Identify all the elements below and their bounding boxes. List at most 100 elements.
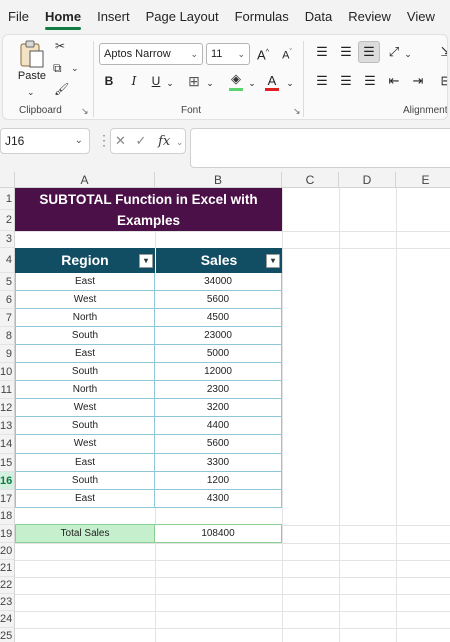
row-header[interactable]: 1: [0, 188, 15, 210]
row-header[interactable]: 17: [0, 490, 15, 508]
region-cell[interactable]: North: [15, 309, 155, 327]
tab-view[interactable]: View: [399, 0, 443, 34]
row-header[interactable]: 3: [0, 231, 15, 248]
row-header[interactable]: 5: [0, 273, 15, 291]
font-size-select[interactable]: 11 ⌄: [206, 43, 250, 65]
paste-dropdown-icon[interactable]: ⌄: [27, 87, 35, 98]
wrap-text-icon[interactable]: ⇲: [439, 42, 447, 62]
region-cell[interactable]: West: [15, 291, 155, 309]
region-cell[interactable]: South: [15, 327, 155, 345]
row-header[interactable]: 13: [0, 417, 15, 435]
row-header[interactable]: 4: [0, 248, 15, 273]
copy-dropdown-icon[interactable]: ⌄: [71, 63, 79, 74]
orientation-dropdown-icon[interactable]: ⌄: [403, 44, 413, 64]
region-cell[interactable]: North: [15, 381, 155, 399]
region-cell[interactable]: South: [15, 417, 155, 435]
more-options-icon[interactable]: ⋮: [97, 132, 111, 149]
align-right-icon[interactable]: ☰: [361, 71, 379, 91]
row-header-selected[interactable]: 16: [0, 472, 15, 490]
sales-cell[interactable]: 5600: [155, 435, 282, 454]
orientation-icon[interactable]: ⤢: [385, 42, 403, 62]
align-top-icon[interactable]: ☰: [313, 42, 331, 62]
enter-icon[interactable]: ✓: [136, 133, 147, 148]
decrease-indent-icon[interactable]: ⇤: [385, 71, 403, 91]
sales-cell[interactable]: 23000: [155, 327, 282, 345]
row-header[interactable]: 14: [0, 435, 15, 454]
row-header[interactable]: 25: [0, 628, 15, 642]
region-cell[interactable]: East: [15, 273, 155, 291]
sheet-title-cell[interactable]: SUBTOTAL Function in Excel with Examples: [15, 188, 282, 231]
row-header[interactable]: 18: [0, 508, 15, 525]
cut-icon[interactable]: ✂: [55, 39, 65, 53]
sales-cell[interactable]: 3300: [155, 454, 282, 472]
cancel-icon[interactable]: ✕: [115, 133, 126, 148]
tab-automate[interactable]: A: [443, 0, 450, 34]
tab-data[interactable]: Data: [297, 0, 340, 34]
row-header[interactable]: 2: [0, 210, 15, 231]
region-cell[interactable]: East: [15, 454, 155, 472]
row-header[interactable]: 20: [0, 543, 15, 560]
column-header-c[interactable]: C: [282, 172, 339, 188]
row-header[interactable]: 22: [0, 577, 15, 594]
sales-cell[interactable]: 2300: [155, 381, 282, 399]
row-header[interactable]: 12: [0, 399, 15, 417]
insert-function-icon[interactable]: fx: [158, 134, 170, 149]
tab-home[interactable]: Home: [37, 0, 89, 34]
sales-cell[interactable]: 4300: [155, 490, 282, 508]
fill-color-icon[interactable]: ◈: [227, 69, 245, 89]
column-header-d[interactable]: D: [339, 172, 396, 188]
tab-insert[interactable]: Insert: [89, 0, 138, 34]
align-middle-icon[interactable]: ☰: [337, 42, 355, 62]
borders-icon[interactable]: ⊞: [185, 71, 203, 91]
chevron-down-icon[interactable]: ⌄: [176, 137, 184, 147]
sales-cell[interactable]: 4400: [155, 417, 282, 435]
total-sales-label[interactable]: Total Sales: [15, 524, 155, 543]
row-header[interactable]: 15: [0, 454, 15, 472]
sales-cell[interactable]: 5600: [155, 291, 282, 309]
fill-color-dropdown-icon[interactable]: ⌄: [247, 73, 257, 93]
header-cell-region[interactable]: Region ▾: [15, 248, 155, 273]
name-box[interactable]: J16 ⌄: [0, 128, 90, 154]
sales-cell[interactable]: 5000: [155, 345, 282, 363]
borders-dropdown-icon[interactable]: ⌄: [205, 73, 215, 93]
font-color-dropdown-icon[interactable]: ⌄: [285, 73, 295, 93]
row-header[interactable]: 9: [0, 345, 15, 363]
decrease-font-icon[interactable]: Aˇ: [279, 43, 295, 63]
region-cell[interactable]: South: [15, 472, 155, 490]
header-cell-sales[interactable]: Sales ▾: [155, 248, 282, 273]
region-cell[interactable]: South: [15, 363, 155, 381]
tab-file[interactable]: File: [0, 0, 37, 34]
column-header-e[interactable]: E: [396, 172, 450, 188]
italic-button[interactable]: I: [127, 71, 141, 91]
align-center-icon[interactable]: ☰: [337, 71, 355, 91]
total-sales-value[interactable]: 108400: [155, 524, 282, 543]
sales-cell[interactable]: 4500: [155, 309, 282, 327]
row-header[interactable]: 19: [0, 525, 15, 543]
clipboard-launcher-icon[interactable]: ↘: [81, 106, 89, 117]
sales-cell[interactable]: 3200: [155, 399, 282, 417]
copy-icon[interactable]: ⧉: [53, 61, 62, 76]
merge-center-icon[interactable]: ⊟: [439, 71, 447, 91]
underline-dropdown-icon[interactable]: ⌄: [165, 73, 175, 93]
format-painter-icon[interactable]: 🖌: [54, 82, 69, 96]
tab-formulas[interactable]: Formulas: [227, 0, 297, 34]
select-all-corner[interactable]: [0, 172, 15, 188]
filter-dropdown-icon[interactable]: ▾: [266, 254, 280, 268]
paste-button[interactable]: Paste ⌄: [11, 39, 53, 99]
bold-button[interactable]: B: [101, 71, 117, 91]
row-header[interactable]: 21: [0, 560, 15, 577]
row-header[interactable]: 23: [0, 594, 15, 611]
filter-dropdown-icon[interactable]: ▾: [139, 254, 153, 268]
row-header[interactable]: 6: [0, 291, 15, 309]
column-header-b[interactable]: B: [155, 172, 282, 188]
increase-font-icon[interactable]: A^: [255, 43, 271, 63]
row-header[interactable]: 10: [0, 363, 15, 381]
region-cell[interactable]: East: [15, 345, 155, 363]
font-launcher-icon[interactable]: ↘: [293, 106, 301, 117]
tab-page-layout[interactable]: Page Layout: [138, 0, 227, 34]
row-header[interactable]: 8: [0, 327, 15, 345]
region-cell[interactable]: West: [15, 435, 155, 454]
align-bottom-icon[interactable]: ☰: [358, 41, 380, 63]
row-header[interactable]: 24: [0, 611, 15, 628]
formula-input[interactable]: [190, 128, 450, 168]
